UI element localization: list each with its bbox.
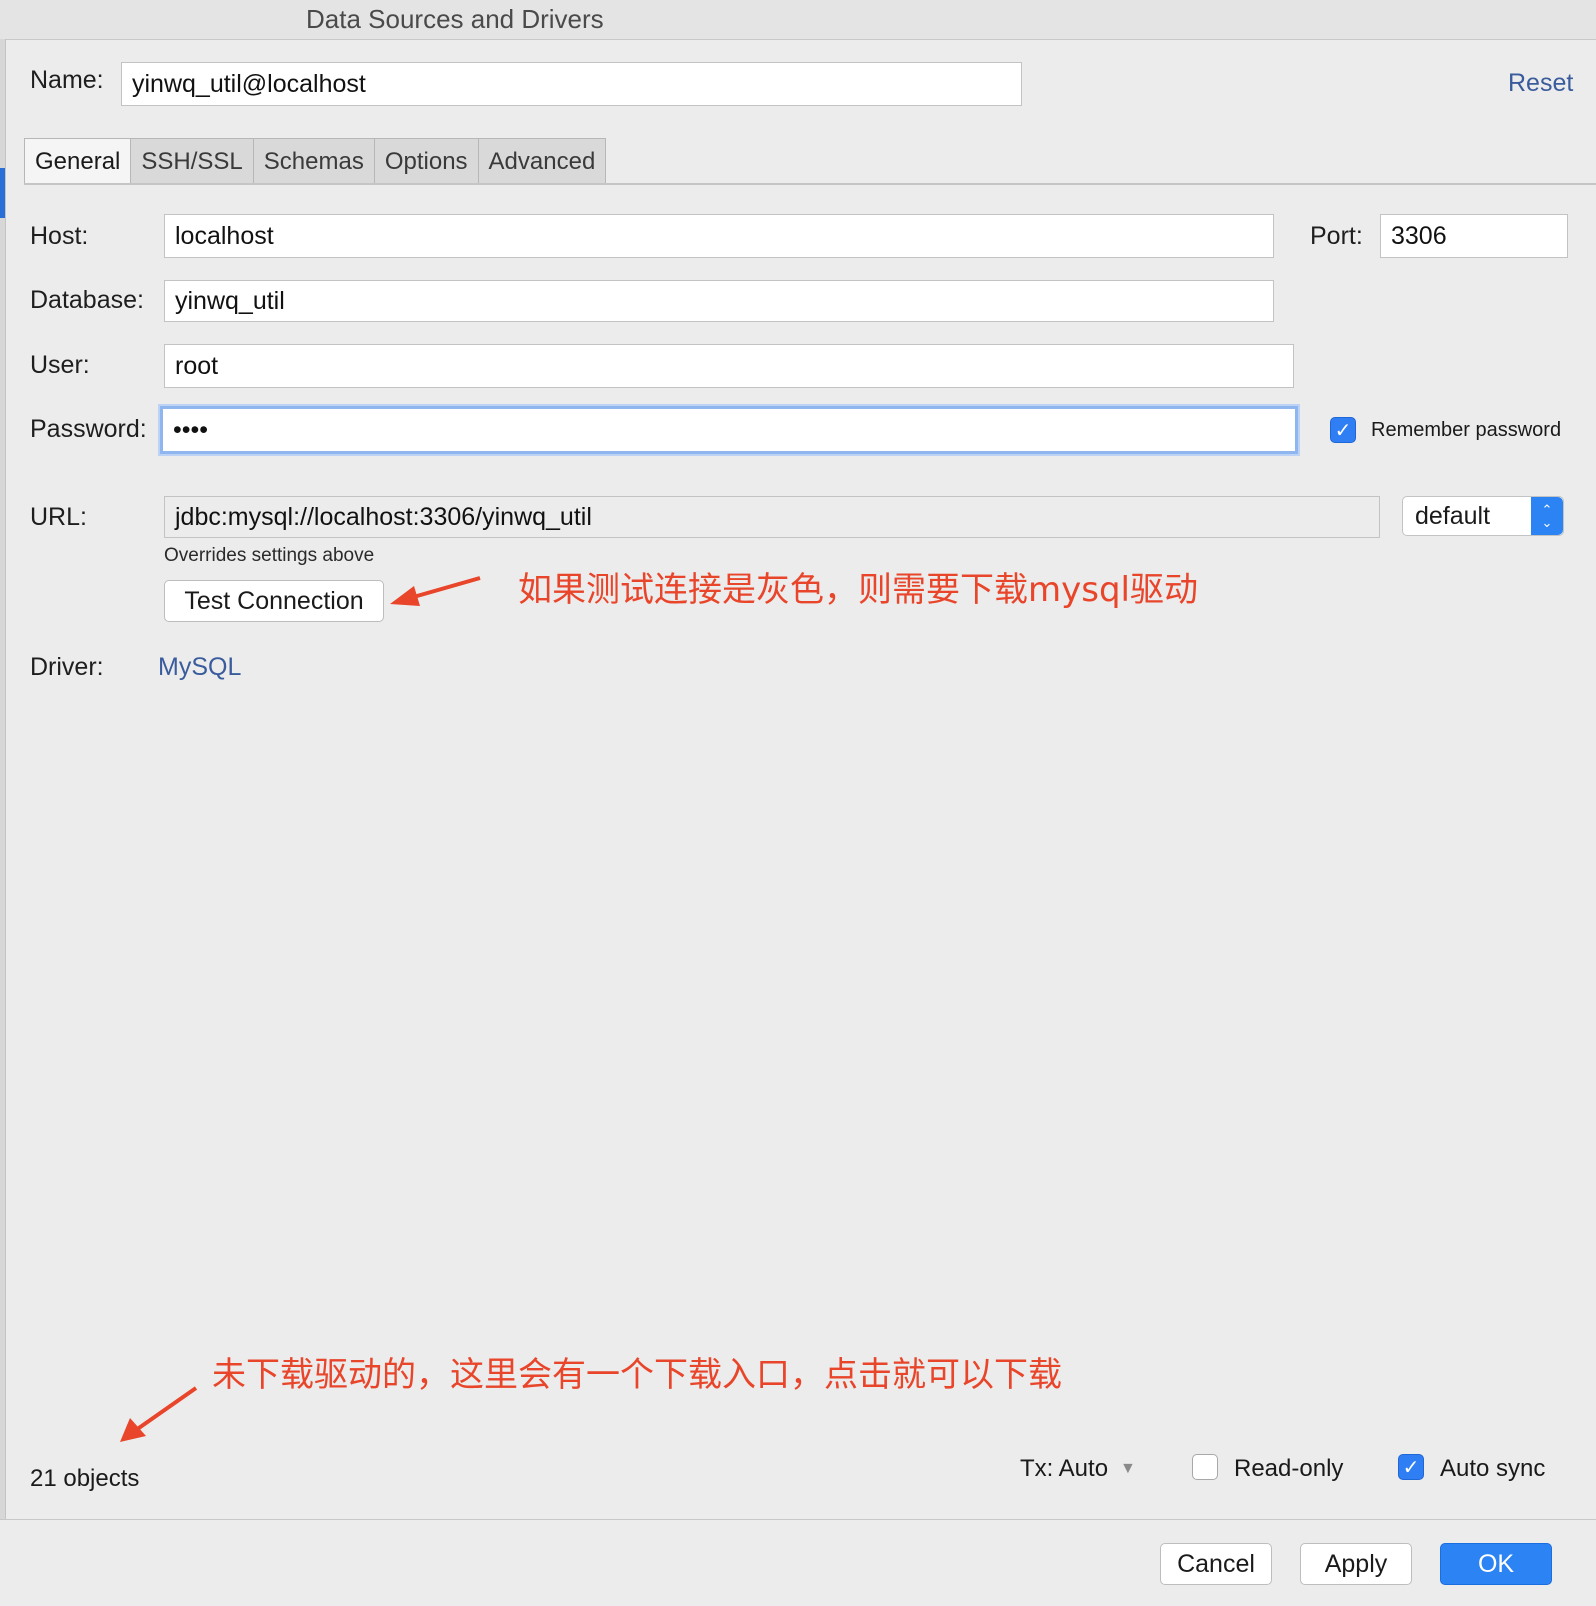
remember-password-label: Remember password [1371, 419, 1562, 441]
driver-label: Driver: [30, 653, 104, 681]
ok-button[interactable]: OK [1440, 1543, 1552, 1585]
annotation-download: 未下载驱动的，这里会有一个下载入口，点击就可以下载 [212, 1355, 1062, 1395]
name-field[interactable]: yinwq_util@localhost [121, 62, 1022, 106]
url-hint: Overrides settings above [164, 545, 375, 566]
left-panel-edge [0, 39, 6, 1519]
tab-divider [24, 183, 1596, 185]
url-mode-value: default [1415, 501, 1491, 530]
host-field[interactable]: localhost [164, 214, 1274, 258]
tab-bar: General SSH/SSL Schemas Options Advanced [24, 138, 607, 184]
tab-schemas[interactable]: Schemas [252, 139, 374, 184]
read-only-label: Read-only [1234, 1455, 1344, 1482]
annotation-arrow-icon [120, 1386, 198, 1442]
user-label: User: [30, 351, 90, 379]
left-panel-selection [0, 168, 5, 218]
select-updown-icon: ⌃ ⌄ [1531, 497, 1563, 535]
tx-mode-label: Tx: Auto [1020, 1455, 1109, 1482]
auto-sync-checkbox[interactable]: ✓ [1398, 1454, 1424, 1480]
annotation-arrow-icon [390, 576, 481, 606]
port-label: Port: [1310, 222, 1363, 250]
url-mode-select[interactable]: default ⌃ ⌄ [1402, 496, 1564, 536]
url-field[interactable]: jdbc:mysql://localhost:3306/yinwq_util [164, 496, 1380, 538]
apply-button[interactable]: Apply [1300, 1543, 1412, 1585]
test-connection-button[interactable]: Test Connection [164, 580, 384, 622]
remember-password-checkbox[interactable]: ✓ [1330, 417, 1356, 443]
tx-mode-dropdown[interactable]: Tx: Auto ▼ [1020, 1455, 1136, 1483]
auto-sync-label: Auto sync [1440, 1455, 1546, 1482]
reset-link[interactable]: Reset [1508, 69, 1573, 98]
password-label: Password: [30, 415, 147, 443]
title-bar [0, 0, 1596, 40]
driver-link[interactable]: MySQL [158, 653, 241, 682]
database-label: Database: [30, 286, 144, 314]
database-field[interactable]: yinwq_util [164, 280, 1274, 322]
port-field[interactable]: 3306 [1380, 214, 1568, 258]
objects-count[interactable]: 21 objects [30, 1465, 139, 1493]
read-only-checkbox[interactable] [1192, 1454, 1218, 1480]
tab-ssh-ssl[interactable]: SSH/SSL [130, 139, 253, 184]
window-title: Data Sources and Drivers [306, 4, 604, 34]
tab-advanced[interactable]: Advanced [477, 139, 606, 184]
tab-options[interactable]: Options [373, 139, 478, 184]
annotation-test-connection: 如果测试连接是灰色，则需要下载mysql驱动 [518, 570, 1198, 610]
cancel-button[interactable]: Cancel [1160, 1543, 1272, 1585]
password-field[interactable]: •••• [160, 406, 1298, 454]
url-label: URL: [30, 503, 87, 531]
dropdown-triangle-icon: ▼ [1120, 1460, 1136, 1477]
user-field[interactable]: root [164, 344, 1294, 388]
host-label: Host: [30, 222, 89, 250]
tab-general[interactable]: General [25, 139, 131, 184]
name-label: Name: [30, 66, 104, 94]
